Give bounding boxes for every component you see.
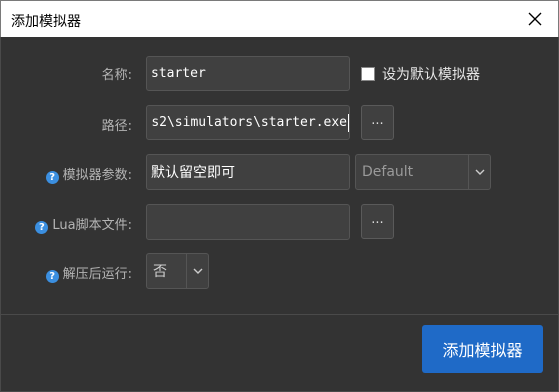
help-icon[interactable]: ? (45, 270, 59, 283)
title-bar: 添加模拟器 (0, 0, 559, 37)
path-input[interactable]: s2\simulators\starter.exe (146, 105, 350, 140)
name-label: 名称: (101, 68, 132, 83)
run-after-label: 解压后运行: (62, 267, 132, 282)
close-icon (528, 12, 542, 26)
chevron-down-icon (186, 254, 208, 288)
lua-label: Lua脚本文件: (52, 218, 132, 233)
lua-browse-button[interactable]: ... (361, 204, 394, 239)
params-input[interactable]: 默认留空即可 (146, 154, 350, 190)
run-after-label-wrap: ? 解压后运行: (45, 263, 132, 283)
dialog-body: 名称: starter 设为默认模拟器 路径: s2\simulators\st… (0, 37, 559, 392)
params-preset-value: Default (362, 164, 414, 180)
name-input[interactable]: starter (146, 56, 350, 91)
run-after-select[interactable]: 否 (146, 253, 209, 289)
close-button[interactable] (526, 10, 544, 28)
params-label: 模拟器参数: (62, 168, 132, 183)
lua-label-wrap: ? Lua脚本文件: (35, 214, 132, 234)
help-icon[interactable]: ? (35, 221, 49, 234)
footer-divider (1, 314, 558, 315)
path-browse-button[interactable]: ... (361, 105, 394, 140)
add-simulator-button[interactable]: 添加模拟器 (422, 325, 543, 373)
chevron-down-icon (468, 155, 490, 189)
run-after-value: 否 (153, 264, 167, 280)
default-simulator-checkbox[interactable]: 设为默认模拟器 (361, 64, 480, 84)
params-label-wrap: ? 模拟器参数: (45, 164, 132, 184)
params-preset-select[interactable]: Default (355, 154, 491, 190)
window-title: 添加模拟器 (11, 14, 81, 30)
default-simulator-label: 设为默认模拟器 (382, 67, 480, 83)
name-value: starter (151, 66, 206, 81)
text-cursor (348, 113, 349, 132)
path-value: s2\simulators\starter.exe (151, 115, 347, 130)
params-value: 默认留空即可 (151, 165, 235, 181)
checkbox-box[interactable] (361, 67, 375, 81)
path-label: 路径: (101, 119, 132, 134)
lua-input[interactable] (146, 204, 350, 240)
help-icon[interactable]: ? (45, 171, 59, 184)
